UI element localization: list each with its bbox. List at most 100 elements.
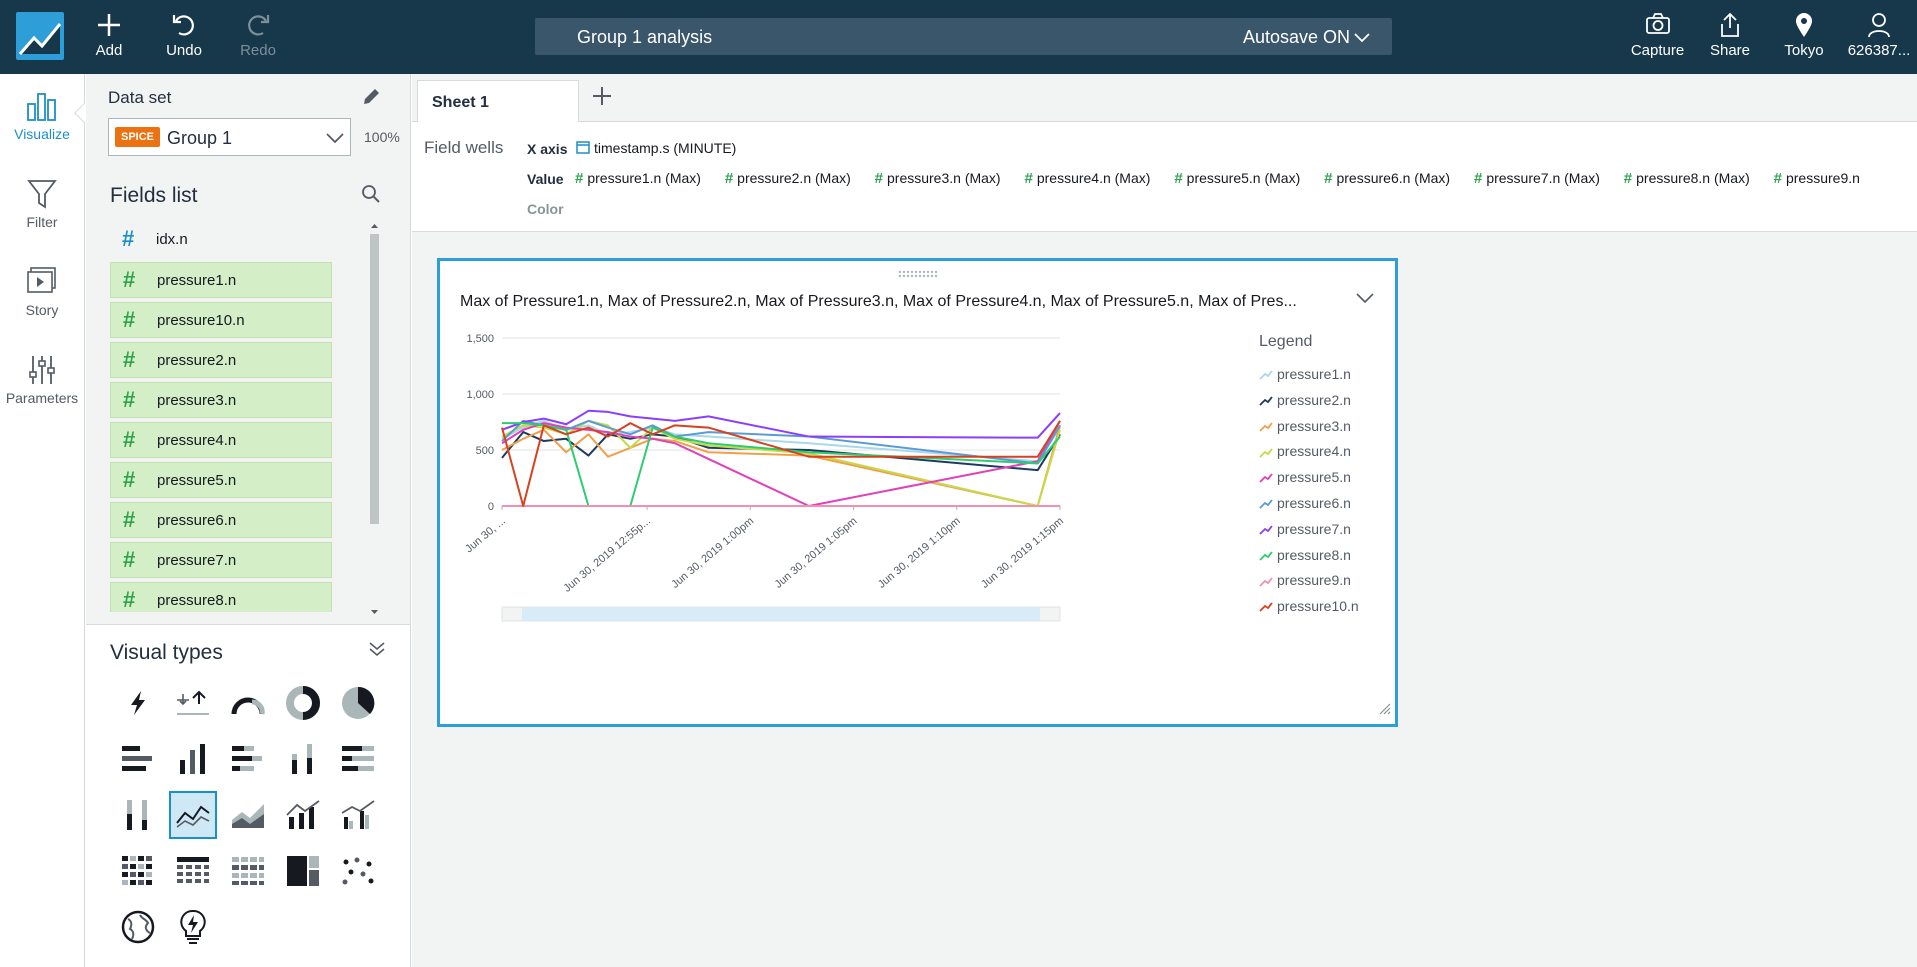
insight-icon[interactable] — [169, 903, 217, 951]
rail-parameters[interactable]: Parameters — [0, 354, 84, 406]
autograph-icon[interactable] — [114, 679, 162, 727]
combo-bar-line-icon[interactable] — [279, 791, 327, 839]
value-field: pressure9.n — [1785, 170, 1860, 186]
field-item-pressure1[interactable]: # pressure1.n — [110, 262, 332, 298]
legend-item[interactable]: pressure4.n — [1259, 443, 1351, 459]
redo-icon — [223, 8, 293, 42]
x-axis-field-chip[interactable]: timestamp.s (MINUTE) — [576, 140, 736, 156]
fields-scrollbar[interactable] — [368, 222, 380, 616]
field-item-pressure10[interactable]: # pressure10.n — [110, 302, 332, 338]
rail-visualize-label: Visualize — [14, 126, 70, 142]
value-field-chip[interactable]: # pressure4.n (Max) — [1024, 170, 1150, 187]
rail-filter[interactable]: Filter — [0, 178, 84, 230]
hash-icon: # — [123, 507, 136, 532]
share-button[interactable]: Share — [1695, 8, 1765, 68]
y-tick-label: 500 — [476, 445, 494, 457]
field-wells-label[interactable]: Field wells — [424, 138, 503, 158]
geospatial-map-icon[interactable] — [114, 903, 162, 951]
scatter-plot-icon[interactable] — [334, 847, 382, 895]
tab-sheet-1[interactable]: Sheet 1 — [417, 80, 579, 123]
legend-item[interactable]: pressure7.n — [1259, 521, 1351, 537]
hash-icon: # — [123, 267, 136, 292]
pencil-icon[interactable] — [360, 86, 382, 113]
legend-label: pressure10.n — [1277, 598, 1359, 615]
scroll-up-icon[interactable] — [370, 222, 379, 230]
redo-button[interactable]: Redo — [223, 8, 293, 68]
vertical-bar-icon[interactable] — [169, 735, 217, 783]
field-item-pressure3[interactable]: # pressure3.n — [110, 382, 332, 418]
value-field-chip[interactable]: # pressure3.n (Max) — [875, 170, 1001, 187]
x-tick-label: Jun 30, 2019 1:15pm — [979, 515, 1066, 591]
stacked-horizontal-bar-icon[interactable] — [224, 735, 272, 783]
value-field-chip[interactable]: # pressure9.n — [1774, 170, 1860, 187]
legend-item[interactable]: pressure1.n — [1259, 366, 1351, 382]
legend-item[interactable]: pressure10.n — [1259, 598, 1359, 614]
legend-line-icon — [1259, 370, 1273, 380]
field-item-pressure5[interactable]: # pressure5.n — [110, 462, 332, 498]
value-field-chip[interactable]: # pressure7.n (Max) — [1474, 170, 1600, 187]
dataset-select[interactable]: SPICE Group 1 — [108, 118, 351, 156]
resize-icon[interactable] — [1379, 702, 1391, 720]
account-button[interactable]: 626387... — [1841, 8, 1917, 68]
sheet-tab-bar: Sheet 1 — [412, 74, 1917, 123]
legend-label: pressure9.n — [1277, 572, 1351, 589]
field-name: pressure4.n — [157, 432, 237, 449]
legend-item[interactable]: pressure2.n — [1259, 392, 1351, 408]
line-chart-visual[interactable]: Max of Pressure1.n, Max of Pressure2.n, … — [437, 258, 1398, 727]
collapse-icon[interactable] — [368, 641, 386, 662]
capture-button[interactable]: Capture — [1620, 8, 1695, 68]
chevron-down-icon — [1354, 33, 1370, 43]
table-icon[interactable] — [224, 847, 272, 895]
rail-visualize[interactable]: Visualize — [0, 90, 84, 142]
quicksight-logo[interactable] — [16, 12, 64, 60]
stacked-100-vertical-icon[interactable] — [114, 791, 162, 839]
value-field-chip[interactable]: # pressure2.n (Max) — [725, 170, 851, 187]
scrollbar-thumb[interactable] — [370, 234, 379, 524]
field-item-idx[interactable]: # idx.n — [110, 222, 332, 258]
gauge-icon[interactable] — [224, 679, 272, 727]
field-item-pressure6[interactable]: # pressure6.n — [110, 502, 332, 538]
combo-clustered-icon[interactable] — [334, 791, 382, 839]
rail-story[interactable]: Story — [0, 266, 84, 318]
value-field-chip[interactable]: # pressure1.n (Max) — [575, 170, 701, 187]
scroll-down-icon[interactable] — [370, 608, 379, 616]
tree-map-icon[interactable] — [279, 847, 327, 895]
pie-chart-icon[interactable] — [334, 679, 382, 727]
pivot-table-icon[interactable] — [169, 847, 217, 895]
area-line-icon[interactable] — [224, 791, 272, 839]
stacked-vertical-bar-icon[interactable] — [279, 735, 327, 783]
horizontal-bar-icon[interactable] — [114, 735, 162, 783]
value-well[interactable]: # pressure1.n (Max) # pressure2.n (Max) # p… — [575, 170, 1880, 187]
value-field-chip[interactable]: # pressure6.n (Max) — [1324, 170, 1450, 187]
legend-line-icon — [1259, 473, 1273, 484]
color-key[interactable]: Color — [527, 201, 564, 217]
search-icon[interactable] — [361, 184, 381, 209]
autosave-dropdown[interactable]: Autosave ON — [1243, 27, 1370, 48]
line-chart-icon[interactable] — [169, 791, 217, 839]
legend-item[interactable]: pressure6.n — [1259, 495, 1351, 511]
value-field-chip[interactable]: # pressure8.n (Max) — [1624, 170, 1750, 187]
legend-item[interactable]: pressure3.n — [1259, 418, 1351, 434]
kpi-icon[interactable] — [169, 679, 217, 727]
stacked-100-horizontal-icon[interactable] — [334, 735, 382, 783]
field-item-pressure7[interactable]: # pressure7.n — [110, 542, 332, 578]
undo-button[interactable]: Undo — [149, 8, 219, 68]
legend-item[interactable]: pressure8.n — [1259, 547, 1351, 563]
field-item-pressure2[interactable]: # pressure2.n — [110, 342, 332, 378]
field-item-pressure8[interactable]: # pressure8.n — [110, 582, 332, 612]
analysis-title[interactable]: Group 1 analysis — [577, 27, 712, 48]
add-sheet-icon[interactable] — [590, 84, 614, 113]
field-item-pressure4[interactable]: # pressure4.n — [110, 422, 332, 458]
value-field-chip[interactable]: # pressure5.n (Max) — [1174, 170, 1300, 187]
heat-map-icon[interactable] — [114, 847, 162, 895]
region-button[interactable]: Tokyo — [1769, 8, 1839, 68]
hash-icon: # — [1174, 170, 1183, 187]
legend-item[interactable]: pressure5.n — [1259, 469, 1351, 485]
field-name: idx.n — [156, 231, 188, 248]
donut-chart-icon[interactable] — [279, 679, 327, 727]
analysis-title-box[interactable]: Group 1 analysis Autosave ON — [535, 18, 1392, 55]
x-axis-well[interactable]: timestamp.s (MINUTE) — [576, 140, 756, 156]
legend-item[interactable]: pressure9.n — [1259, 572, 1351, 588]
add-button[interactable]: Add — [74, 8, 144, 68]
y-tick-label: 1,000 — [466, 389, 494, 401]
